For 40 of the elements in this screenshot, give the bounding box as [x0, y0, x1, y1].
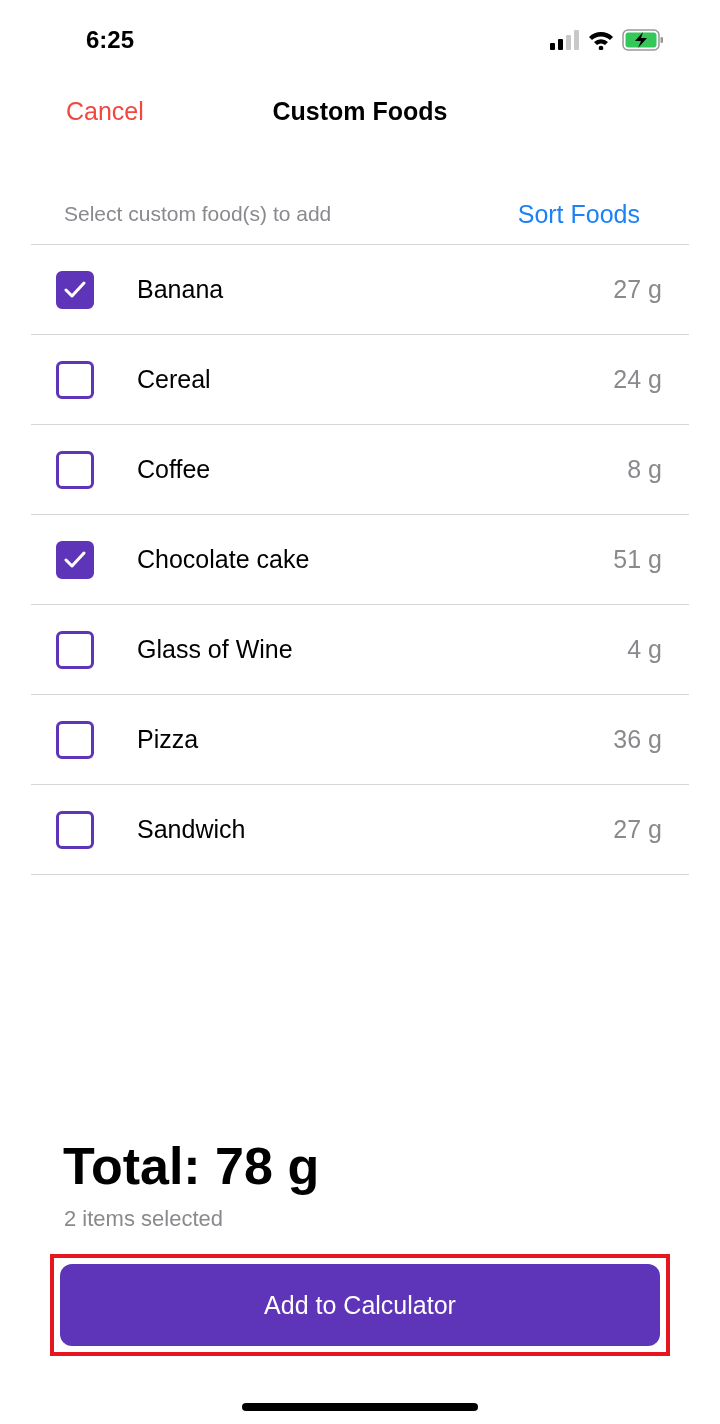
food-row[interactable]: Cereal 24 g [31, 335, 689, 425]
signal-icon [550, 30, 580, 50]
food-row[interactable]: Chocolate cake 51 g [31, 515, 689, 605]
checkbox[interactable] [56, 810, 94, 849]
checkbox[interactable] [56, 270, 94, 309]
food-amount: 8 g [627, 455, 662, 484]
checkbox[interactable] [56, 360, 94, 399]
food-name: Pizza [137, 725, 200, 754]
add-to-calculator-button[interactable]: Add to Calculator [60, 1264, 660, 1346]
instruction-text: Select custom food(s) to add [64, 202, 332, 226]
wifi-icon [588, 30, 614, 50]
food-name: Banana [137, 275, 225, 304]
food-name: Chocolate cake [137, 545, 311, 574]
sort-button[interactable]: Sort Foods [517, 199, 640, 229]
food-row[interactable]: Glass of Wine 4 g [31, 605, 689, 695]
food-name: Cereal [137, 365, 212, 394]
total-text: Total: 78 g [63, 1136, 321, 1196]
food-name: Glass of Wine [137, 635, 294, 664]
food-row[interactable]: Sandwich 27 g [31, 785, 689, 875]
food-amount: 27 g [613, 275, 662, 304]
food-amount: 51 g [613, 545, 662, 574]
food-row[interactable]: Pizza 36 g [31, 695, 689, 785]
food-amount: 27 g [613, 815, 662, 844]
status-time: 6:25 [86, 26, 135, 54]
food-amount: 36 g [613, 725, 662, 754]
food-name: Coffee [137, 455, 212, 484]
selection-count: 2 items selected [64, 1206, 224, 1232]
food-amount: 24 g [613, 365, 662, 394]
checkbox[interactable] [56, 630, 94, 669]
checkmark-icon [64, 550, 86, 569]
food-row[interactable]: Coffee 8 g [31, 425, 689, 515]
food-amount: 4 g [627, 635, 662, 664]
checkbox[interactable] [56, 450, 94, 489]
food-row[interactable]: Banana 27 g [31, 245, 689, 335]
checkbox[interactable] [56, 540, 94, 579]
checkmark-icon [64, 280, 86, 299]
food-name: Sandwich [137, 815, 247, 844]
checkbox[interactable] [56, 720, 94, 759]
cancel-button[interactable]: Cancel [66, 96, 144, 126]
screen-title: Custom Foods [272, 96, 448, 126]
